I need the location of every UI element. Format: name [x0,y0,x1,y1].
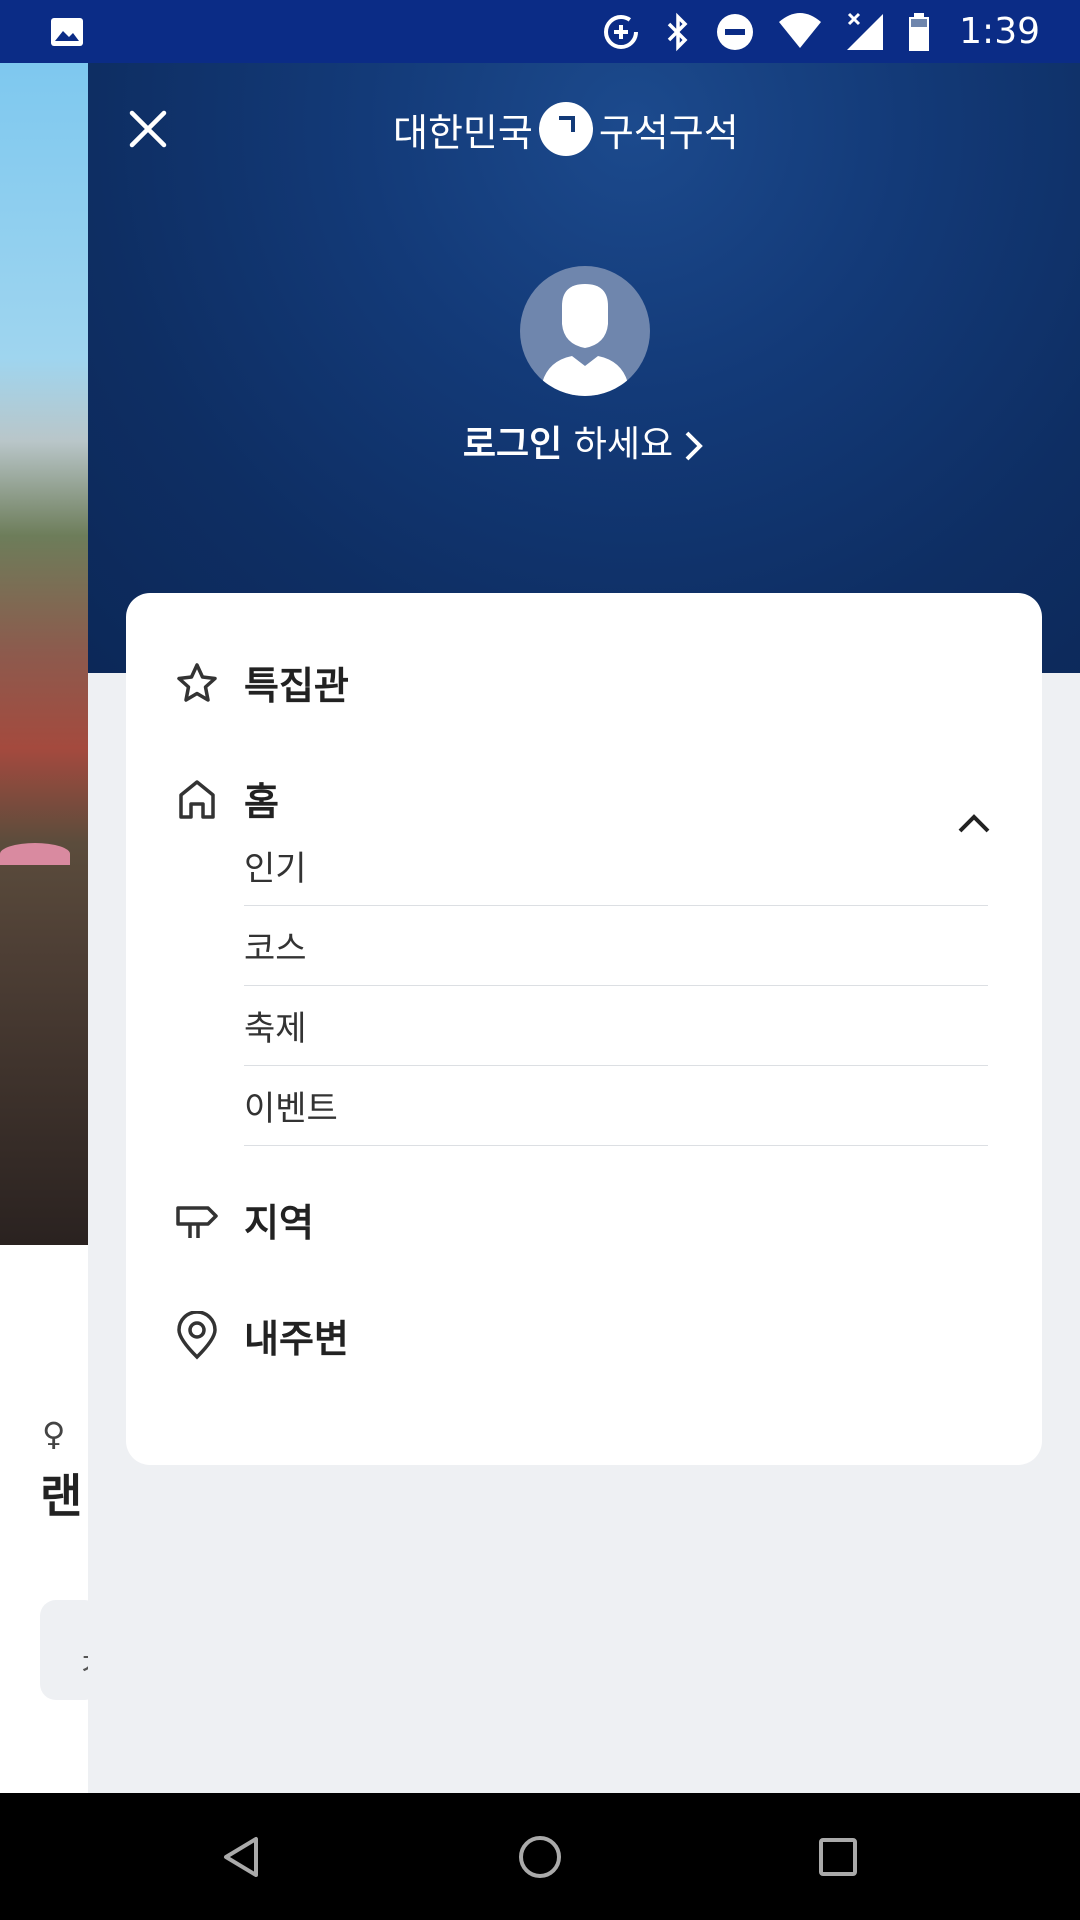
close-icon[interactable] [124,105,172,153]
background-heading: 랜 [40,1469,83,1523]
background-content: ♀ 랜 ㅈ [0,1245,88,1793]
background-photo [0,63,88,1245]
chevron-right-icon [685,431,703,461]
bluetooth-icon [667,12,688,51]
navigation-drawer: 대한민국 구석구석 로그인 하세요 특집관 홈 인기 코스 축제 이벤트 지역 … [88,63,1080,1793]
status-bar: 1:39 [0,0,1080,63]
umbrella-shape [0,843,70,865]
menu-item-home[interactable]: 홈 [174,771,279,826]
gallery-icon [51,18,83,46]
recents-icon[interactable] [814,1833,862,1881]
menu-label-home: 홈 [244,780,279,824]
submenu-label: 축제 [244,1009,307,1049]
submenu-item-course[interactable]: 코스 [244,905,988,986]
submenu-item-festival[interactable]: 축제 [244,985,988,1066]
location-pin-icon [174,1310,220,1359]
submenu-label: 이벤트 [244,1089,338,1129]
star-icon [174,660,220,706]
logo-text-left: 대한민국 [393,110,533,155]
home-circle-icon[interactable] [516,1833,564,1881]
home-icon [174,776,220,822]
logo-text-right: 구석구석 [598,110,739,155]
submenu-label: 인기 [244,849,307,889]
user-silhouette-icon [540,284,630,396]
login-rest-text: 하세요 [562,424,674,465]
menu-item-special[interactable]: 특집관 [174,655,349,710]
menu-item-nearby[interactable]: 내주변 [174,1308,349,1363]
app-logo: 대한민국 구석구석 [393,99,739,159]
submenu-label: 코스 [244,929,307,969]
signpost-icon [174,1197,220,1243]
menu-label-special: 특집관 [244,664,349,708]
menu-card: 특집관 홈 인기 코스 축제 이벤트 지역 내주변 [126,593,1042,1465]
login-bold-text: 로그인 [462,424,563,465]
login-link[interactable]: 로그인 하세요 [88,415,1080,467]
submenu-item-popular[interactable]: 인기 [244,825,988,906]
avatar[interactable] [520,266,650,396]
menu-item-region[interactable]: 지역 [174,1192,314,1247]
drawer-header: 대한민국 구석구석 로그인 하세요 [88,63,1080,673]
dining-icon: ♀ [42,1415,66,1453]
wifi-icon [779,12,822,48]
data-saver-icon [604,14,639,49]
do-not-disturb-icon [717,13,754,50]
submenu-item-event[interactable]: 이벤트 [244,1065,988,1146]
logo-mark-icon [538,102,593,156]
background-box-text: ㅈ [78,1640,88,1684]
back-icon[interactable] [218,1833,266,1881]
status-time: 1:39 [959,11,1040,52]
menu-label-nearby: 내주변 [244,1317,349,1361]
signal-icon [847,12,884,50]
menu-label-region: 지역 [244,1201,314,1245]
background-page: ♀ 랜 ㅈ [0,63,88,1793]
battery-icon [909,12,930,51]
system-nav-bar [0,1793,1080,1920]
